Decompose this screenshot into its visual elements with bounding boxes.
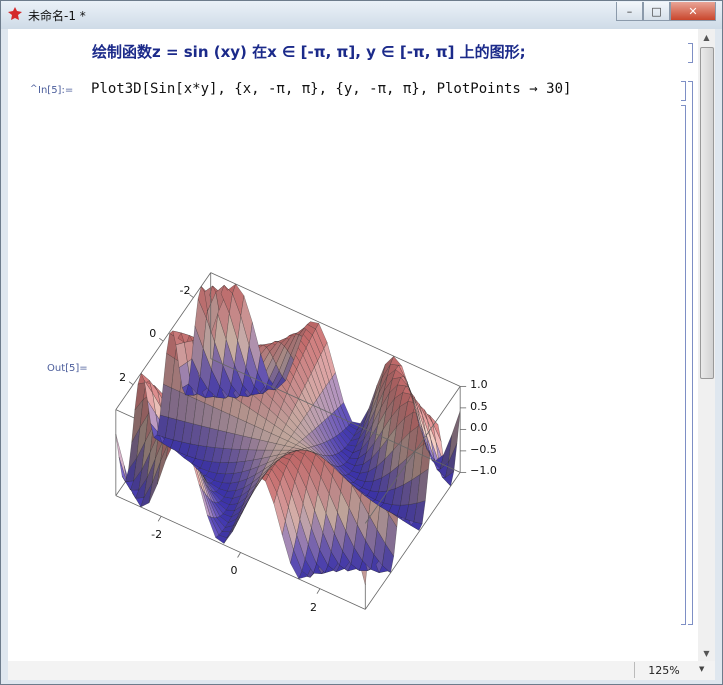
y-tick-mark [128,381,134,386]
x-tick-mark [157,516,162,522]
vertical-scrollbar[interactable]: ▲ ▼ [698,29,715,661]
zoom-level: 125% [648,663,680,677]
title-bar[interactable]: 未命名-1 * – □ ✕ [1,1,722,29]
cell-bracket-group[interactable] [688,81,693,625]
x-tick-label: 2 [309,600,317,614]
scroll-thumb[interactable] [700,47,714,379]
scroll-down-icon[interactable]: ▼ [698,645,715,661]
input-label: In[5]:= [38,85,74,96]
input-cell-code[interactable]: Plot3D[Sin[x*y], {x, -π, π}, {y, -π, π},… [91,81,571,97]
mathematica-logo-icon [8,7,22,20]
y-tick-mark [159,337,164,342]
y-tick-label: 0 [149,327,157,341]
z-tick-label: −1.0 [470,464,497,478]
cell-bracket-input[interactable] [681,81,686,101]
cell-bracket-output[interactable] [681,105,686,625]
zoom-menu[interactable]: 125% [634,662,693,678]
output-label: Out[5]= [47,363,88,374]
close-button[interactable]: ✕ [670,2,716,21]
x-tick-mark [316,588,321,594]
z-tick-label: 0.5 [470,399,488,413]
zoom-dropdown-icon[interactable]: ▼ [699,665,713,675]
scroll-up-icon[interactable]: ▲ [698,29,715,45]
cell-expand-icon[interactable]: ^ [30,84,38,94]
surface-plot-svg[interactable] [94,119,614,639]
y-tick-label: -2 [179,283,191,297]
z-tick-label: −0.5 [470,442,497,456]
minimize-button[interactable]: – [616,2,643,21]
maximize-button[interactable]: □ [643,2,670,21]
y-tick-label: 2 [119,370,127,384]
cell-bracket-caption[interactable] [688,43,693,63]
window-controls: – □ ✕ [616,2,716,21]
notebook-area[interactable]: 绘制函数z = sin (xy) 在x ∈ [-π, π], y ∈ [-π, … [8,29,698,661]
x-tick-label: -2 [151,528,163,542]
surface-patch [115,434,128,484]
plot3d-graphic[interactable]: -2 0 2 2 0 -2 1.0 0.5 0.0 −0.5 −1.0 [94,119,614,639]
x-tick-mark [237,552,241,558]
z-tick-label: 1.0 [470,378,488,392]
app-window: 未命名-1 * – □ ✕ 绘制函数z = sin (xy) 在x ∈ [-π,… [0,0,723,685]
status-bar: 125% ▼ [8,661,715,680]
x-tick-label: 0 [230,564,238,578]
text-cell-caption[interactable]: 绘制函数z = sin (xy) 在x ∈ [-π, π], y ∈ [-π, … [92,41,526,62]
z-tick-label: 0.0 [470,421,488,435]
window-title: 未命名-1 * [28,9,86,23]
